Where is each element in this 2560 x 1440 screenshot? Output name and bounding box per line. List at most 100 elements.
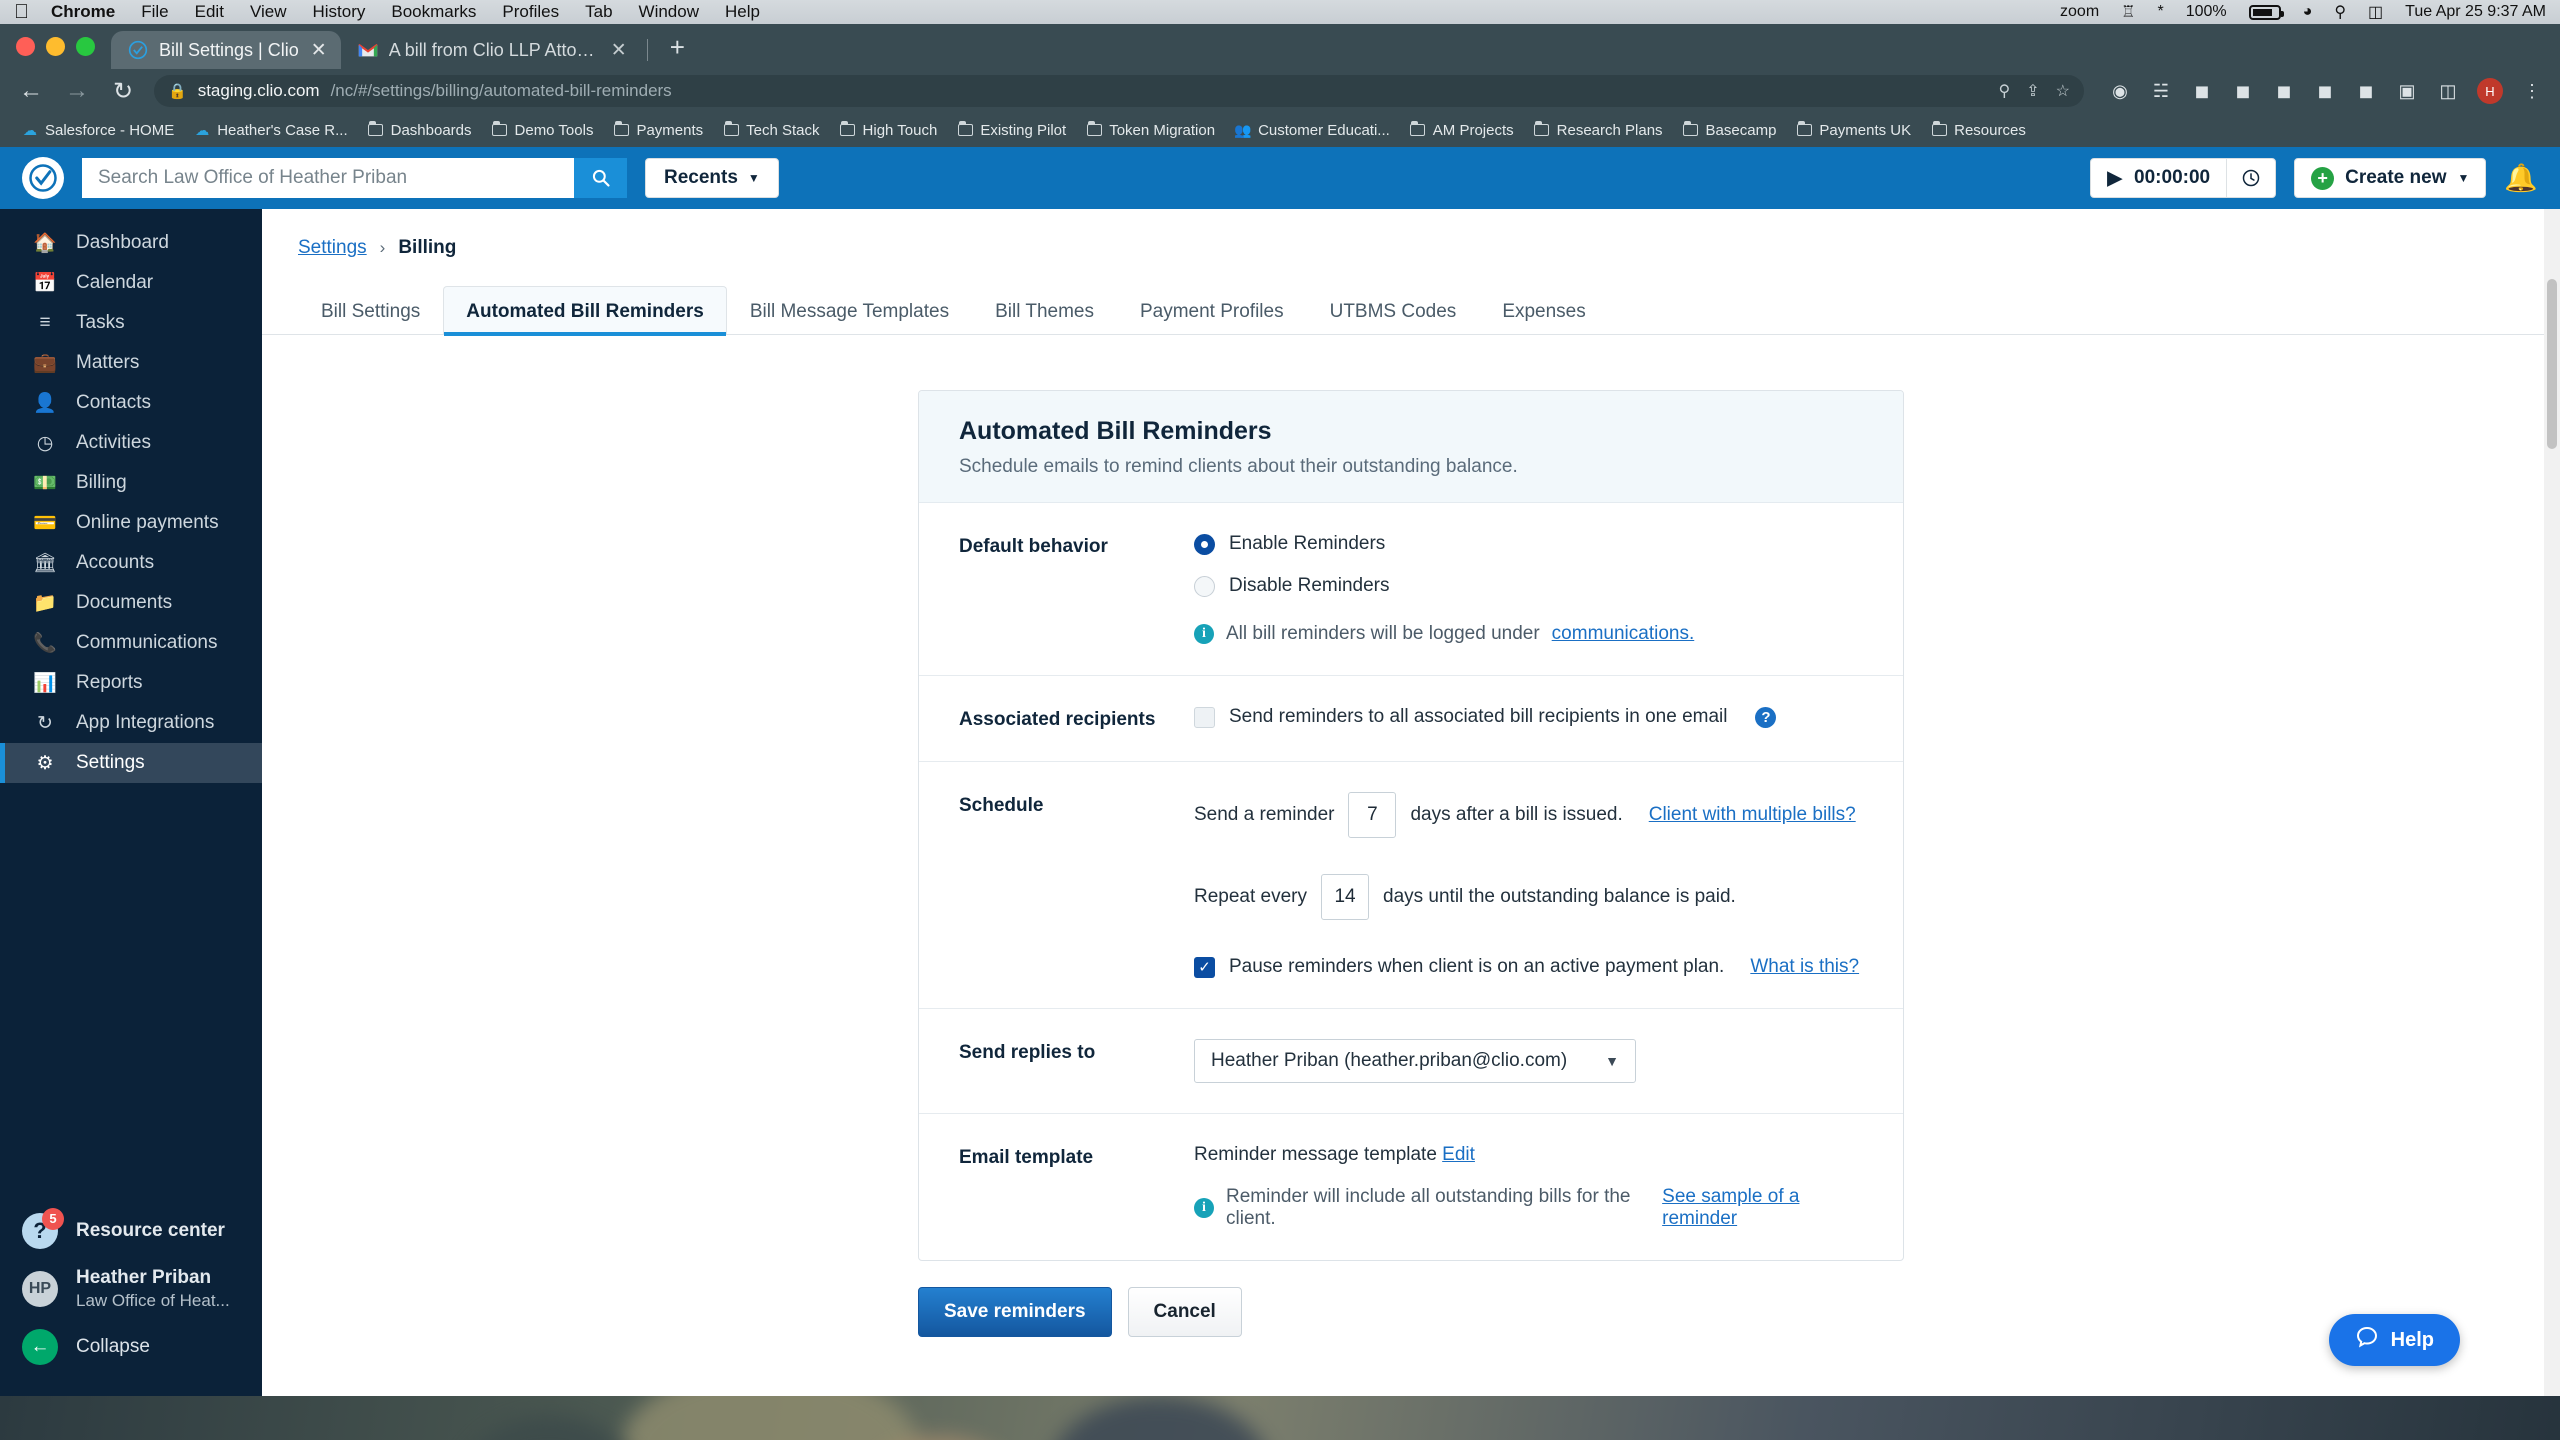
bookmark-item[interactable]: Token Migration — [1078, 119, 1223, 142]
sidebar-item-matters[interactable]: 💼Matters — [0, 343, 262, 383]
search-button[interactable] — [574, 158, 627, 198]
extension-puzzle-icon[interactable]: ☵ — [2149, 79, 2173, 103]
bookmark-item[interactable]: ☁Salesforce - HOME — [14, 119, 182, 142]
checkbox-associated-recipients[interactable]: Send reminders to all associated bill re… — [1194, 706, 1863, 728]
bookmark-item[interactable]: Payments — [605, 119, 711, 142]
browser-tab-inactive[interactable]: A bill from Clio LLP Attorneys a ✕ — [341, 31, 641, 69]
create-new-button[interactable]: + Create new ▼ — [2294, 158, 2486, 198]
sidebar-item-calendar[interactable]: 📅Calendar — [0, 263, 262, 303]
bookmark-item[interactable]: High Touch — [832, 119, 946, 142]
sidebar-item-billing[interactable]: 💵Billing — [0, 463, 262, 503]
close-tab-icon[interactable]: ✕ — [309, 39, 329, 62]
cancel-button[interactable]: Cancel — [1128, 1287, 1242, 1337]
tab-expenses[interactable]: Expenses — [1479, 286, 1608, 335]
bookmark-item[interactable]: ☁Heather's Case R... — [186, 119, 355, 142]
chrome-profile-avatar[interactable]: H — [2477, 78, 2503, 104]
extension-blue-icon[interactable]: ◼ — [2272, 79, 2296, 103]
menu-window[interactable]: Window — [639, 2, 699, 22]
bookmark-item[interactable]: 👥Customer Educati... — [1227, 119, 1398, 142]
global-search[interactable] — [82, 158, 627, 198]
edit-template-link[interactable]: Edit — [1442, 1144, 1475, 1165]
sidebar-item-accounts[interactable]: 🏛Accounts — [0, 543, 262, 583]
collapse-sidebar-button[interactable]: ← Collapse — [0, 1320, 262, 1374]
back-icon[interactable]: ← — [16, 77, 46, 105]
help-widget-button[interactable]: Help — [2329, 1314, 2460, 1366]
bookmark-item[interactable]: Tech Stack — [715, 119, 827, 142]
zoom-indicator-icon[interactable]: ⚲ — [1999, 81, 2011, 101]
extension-orange-icon[interactable]: ◼ — [2190, 79, 2214, 103]
browser-tab-active[interactable]: Bill Settings | Clio ✕ — [111, 31, 341, 69]
search-input[interactable] — [82, 158, 574, 198]
bookmark-item[interactable]: Research Plans — [1526, 119, 1671, 142]
bluetooth-icon[interactable]: * — [2158, 3, 2164, 21]
menu-view[interactable]: View — [250, 2, 287, 22]
radio-disable-reminders[interactable]: Disable Reminders — [1194, 575, 1863, 597]
sidebar-item-settings[interactable]: ⚙Settings — [0, 743, 262, 783]
menu-edit[interactable]: Edit — [195, 2, 224, 22]
wifi-icon[interactable]: ◕ — [2303, 3, 2313, 21]
bookmark-item[interactable]: Dashboards — [360, 119, 480, 142]
tab-bill-themes[interactable]: Bill Themes — [972, 286, 1117, 335]
tab-bill-message-templates[interactable]: Bill Message Templates — [727, 286, 972, 335]
clock-datetime[interactable]: Tue Apr 25 9:37 AM — [2405, 3, 2546, 21]
menu-chrome[interactable]: Chrome — [51, 2, 115, 22]
tab-automated-bill-reminders[interactable]: Automated Bill Reminders — [443, 286, 727, 335]
address-bar[interactable]: 🔒 staging.clio.com/nc/#/settings/billing… — [154, 75, 2084, 107]
tab-payment-profiles[interactable]: Payment Profiles — [1117, 286, 1307, 335]
reload-icon[interactable]: ↻ — [108, 77, 138, 106]
menu-bookmarks[interactable]: Bookmarks — [391, 2, 476, 22]
what-is-this-link[interactable]: What is this? — [1750, 956, 1859, 978]
see-sample-link[interactable]: See sample of a reminder — [1662, 1186, 1863, 1230]
bookmark-item[interactable]: Demo Tools — [484, 119, 602, 142]
zoom-status-item[interactable]: zoom — [2060, 3, 2099, 21]
radio-enable-reminders[interactable]: Enable Reminders — [1194, 533, 1863, 555]
sidebar-item-app-integrations[interactable]: ↻App Integrations — [0, 703, 262, 743]
checkbox-pause-reminders[interactable]: ✓ Pause reminders when client is on an a… — [1194, 956, 1863, 978]
share-icon[interactable]: ⇪ — [2026, 81, 2039, 101]
sidebar-item-reports[interactable]: 📊Reports — [0, 663, 262, 703]
menu-help[interactable]: Help — [725, 2, 760, 22]
send-replies-to-select[interactable]: Heather Priban (heather.priban@clio.com)… — [1194, 1039, 1636, 1083]
page-scrollbar[interactable] — [2544, 209, 2560, 1396]
bookmark-item[interactable]: AM Projects — [1402, 119, 1522, 142]
minimize-window-button[interactable] — [46, 37, 65, 56]
bookmark-item[interactable]: Resources — [1923, 119, 2034, 142]
timer-history-button[interactable] — [2227, 159, 2275, 197]
timer-start-button[interactable]: ▶ 00:00:00 — [2091, 159, 2226, 197]
sidebar-item-documents[interactable]: 📁Documents — [0, 583, 262, 623]
extension-grammarly-icon[interactable]: ◉ — [2108, 79, 2132, 103]
notifications-bell-icon[interactable]: 🔔 — [2504, 162, 2538, 194]
close-window-button[interactable] — [16, 37, 35, 56]
menu-history[interactable]: History — [312, 2, 365, 22]
breadcrumb-settings-link[interactable]: Settings — [298, 237, 367, 259]
bookmark-star-icon[interactable]: ☆ — [2056, 81, 2070, 101]
chrome-menu-icon[interactable]: ⋮ — [2520, 79, 2544, 103]
menu-file[interactable]: File — [141, 2, 168, 22]
menu-profiles[interactable]: Profiles — [502, 2, 559, 22]
recents-button[interactable]: Recents ▼ — [645, 158, 779, 198]
new-tab-button[interactable]: + — [654, 32, 701, 69]
maximize-window-button[interactable] — [76, 37, 95, 56]
sidebar-item-activities[interactable]: ◷Activities — [0, 423, 262, 463]
client-multiple-bills-link[interactable]: Client with multiple bills? — [1649, 804, 1856, 826]
sidebar-item-online-payments[interactable]: 💳Online payments — [0, 503, 262, 543]
menu-tab[interactable]: Tab — [585, 2, 612, 22]
tab-bill-settings[interactable]: Bill Settings — [298, 286, 443, 335]
bookmark-item[interactable]: Basecamp — [1675, 119, 1785, 142]
sidebar-item-tasks[interactable]: ≡Tasks — [0, 303, 262, 343]
tab-utbms-codes[interactable]: UTBMS Codes — [1307, 286, 1480, 335]
dropbox-icon[interactable]: ♖ — [2121, 2, 2135, 22]
help-question-icon[interactable]: ? — [1755, 707, 1776, 728]
save-reminders-button[interactable]: Save reminders — [918, 1287, 1112, 1337]
send-days-input[interactable] — [1348, 792, 1396, 838]
control-center-icon[interactable]: ◫ — [2368, 2, 2383, 22]
sidebar-item-dashboard[interactable]: 🏠Dashboard — [0, 223, 262, 263]
extension-green-icon[interactable]: ◼ — [2313, 79, 2337, 103]
scrollbar-thumb[interactable] — [2547, 279, 2557, 449]
extension-teal-icon[interactable]: ◼ — [2354, 79, 2378, 103]
sidebar-toggle-icon[interactable]: ◫ — [2436, 79, 2460, 103]
clio-logo-icon[interactable] — [22, 157, 64, 199]
sidebar-item-contacts[interactable]: 👤Contacts — [0, 383, 262, 423]
bookmark-item[interactable]: Existing Pilot — [949, 119, 1074, 142]
user-profile-button[interactable]: HP Heather Priban Law Office of Heat... — [0, 1258, 262, 1320]
